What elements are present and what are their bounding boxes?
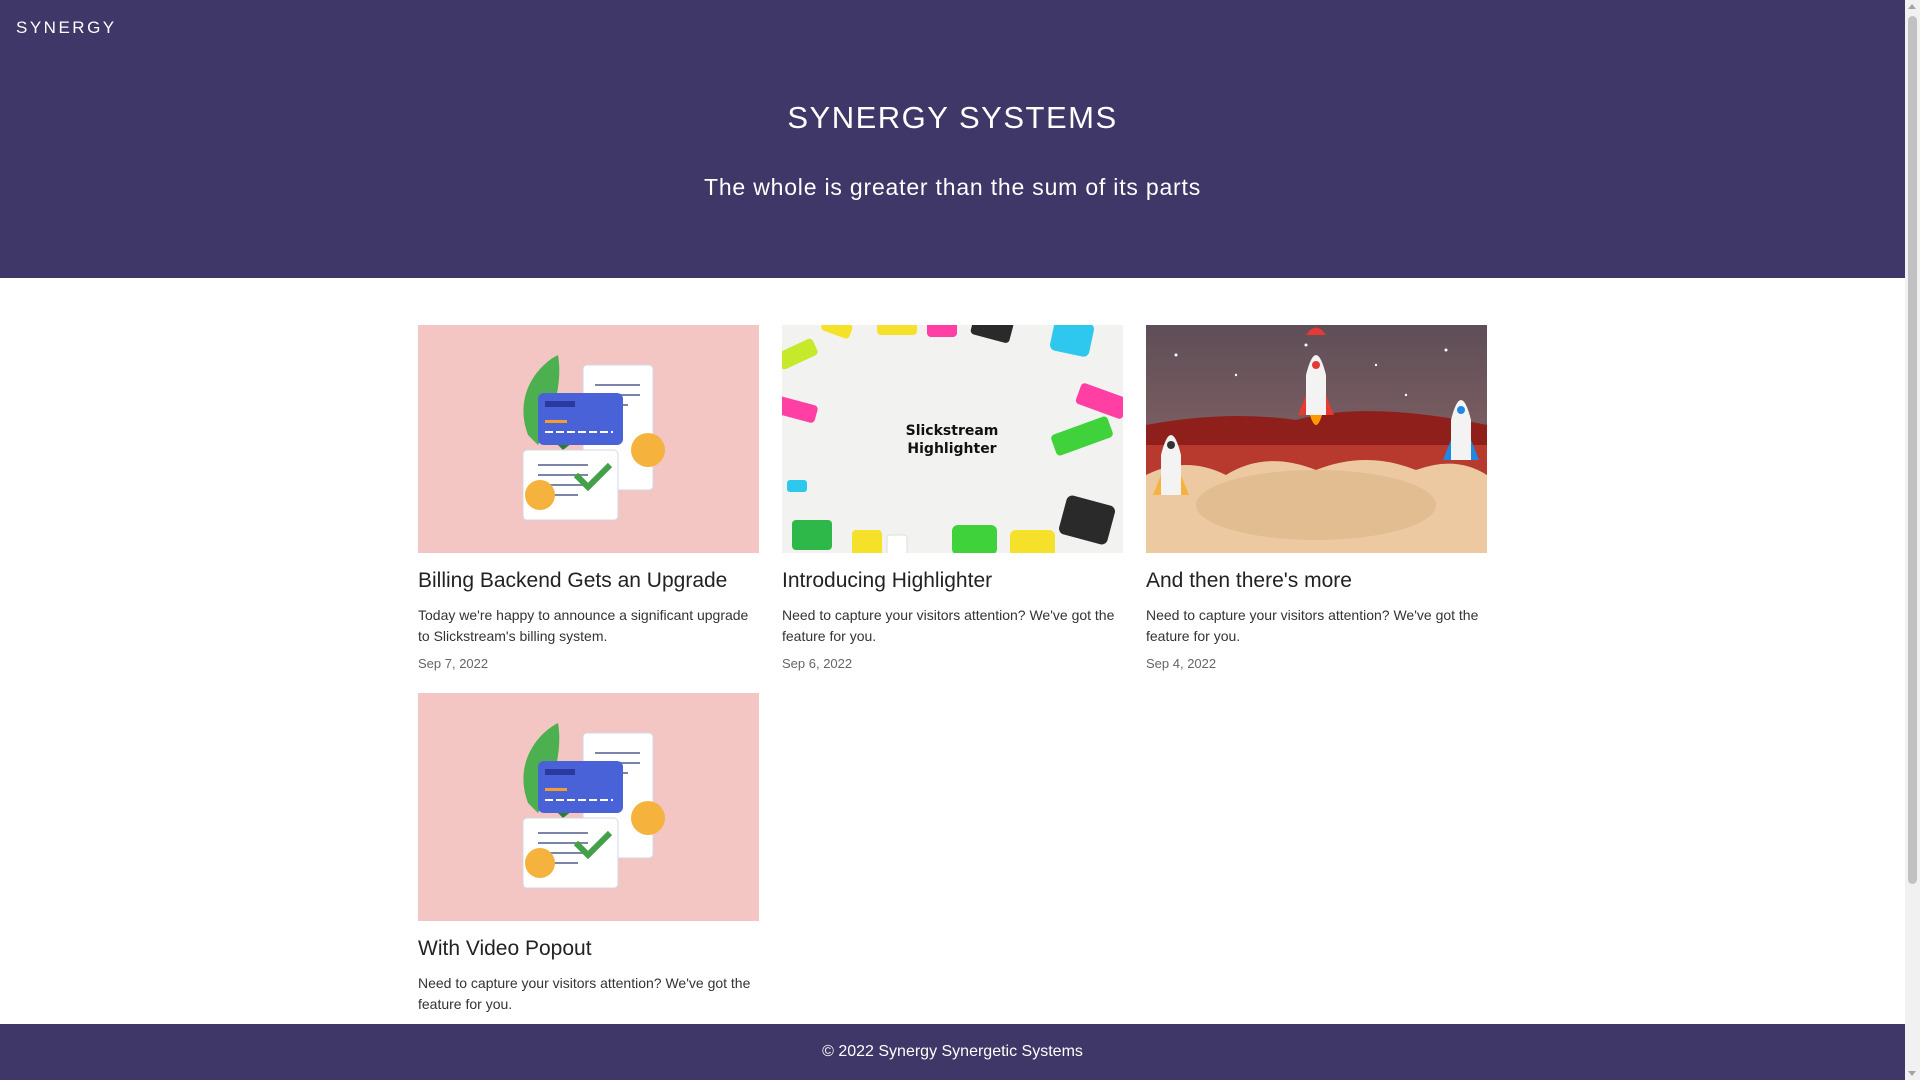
footer: © 2022 Synergy Synergetic Systems	[0, 1024, 1905, 1080]
billing-illustration-image[interactable]	[418, 693, 759, 921]
post-title[interactable]: Introducing Highlighter	[782, 567, 1123, 595]
post-title[interactable]: With Video Popout	[418, 935, 759, 963]
post-description: Need to capture your visitors attention?…	[1146, 607, 1479, 644]
post-title[interactable]: Billing Backend Gets an Upgrade	[418, 567, 759, 595]
vertical-scrollbar[interactable]	[1905, 0, 1920, 1080]
post-date: Sep 7, 2022	[418, 656, 489, 671]
post-date: Sep 4, 2022	[1146, 656, 1217, 671]
post-card[interactable]: Slickstream Highlighter Introducing High…	[782, 325, 1123, 671]
scroll-down-arrow-icon[interactable]	[1908, 1071, 1916, 1076]
billing-illustration-image[interactable]	[418, 325, 759, 553]
post-date: Sep 6, 2022	[782, 656, 853, 671]
highlighter-image-text-line1: Slickstream	[906, 423, 999, 439]
post-grid: Billing Backend Gets an Upgrade Today we…	[418, 325, 1488, 1024]
site-title: SYNERGY SYSTEMS	[787, 100, 1118, 135]
highlighter-image-text-line2: Highlighter	[907, 441, 996, 457]
post-title[interactable]: And then there's more	[1146, 567, 1487, 595]
scrollbar-thumb[interactable]	[1908, 16, 1917, 884]
brand-link[interactable]: SYNERGY	[16, 18, 117, 38]
post-description: Need to capture your visitors attention?…	[782, 607, 1115, 644]
highlighter-markers-image[interactable]: Slickstream Highlighter	[782, 325, 1123, 553]
hero-header: SYNERGY SYNERGY SYSTEMS The whole is gre…	[0, 0, 1905, 278]
post-card[interactable]: And then there's more Need to capture yo…	[1146, 325, 1487, 671]
post-card[interactable]: Billing Backend Gets an Upgrade Today we…	[418, 325, 759, 671]
post-card[interactable]: With Video Popout Need to capture your v…	[418, 693, 759, 1024]
footer-copyright: © 2022 Synergy Synergetic Systems	[822, 1043, 1083, 1060]
site-tagline: The whole is greater than the sum of its…	[703, 174, 1202, 200]
scroll-up-arrow-icon[interactable]	[1908, 4, 1916, 9]
rockets-launch-image[interactable]	[1146, 325, 1487, 553]
post-description: Need to capture your visitors attention?…	[418, 975, 751, 1012]
post-description: Today we're happy to announce a signific…	[418, 607, 749, 644]
page: SYNERGY SYNERGY SYSTEMS The whole is gre…	[0, 0, 1905, 1080]
